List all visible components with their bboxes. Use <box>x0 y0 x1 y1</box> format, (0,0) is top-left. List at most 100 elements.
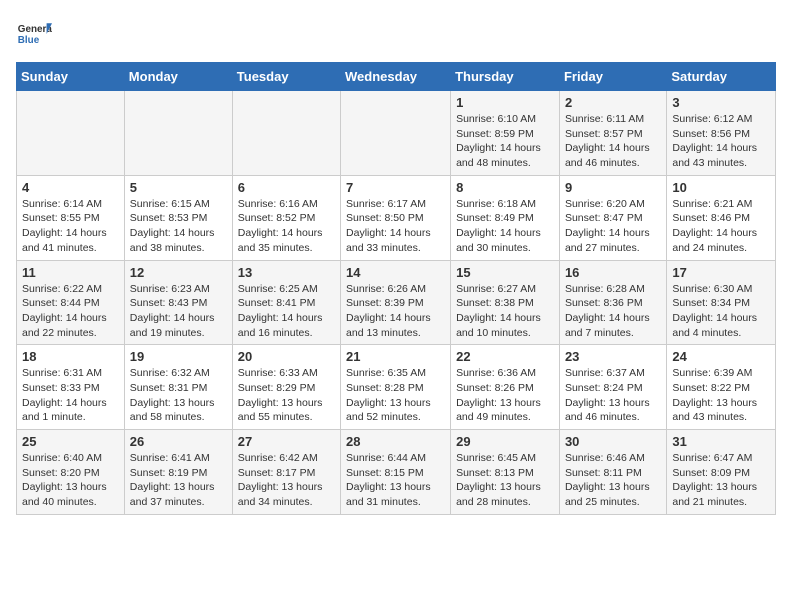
calendar-cell: 1 Sunrise: 6:10 AM Sunset: 8:59 PM Daylig… <box>451 91 560 176</box>
day-info: Sunrise: 6:33 AM Sunset: 8:29 PM Dayligh… <box>238 366 335 425</box>
calendar-cell: 26 Sunrise: 6:41 AM Sunset: 8:19 PM Dayli… <box>124 430 232 515</box>
day-info: Sunrise: 6:46 AM Sunset: 8:11 PM Dayligh… <box>565 451 661 510</box>
header-sunday: Sunday <box>17 63 125 91</box>
day-number: 3 <box>672 95 770 110</box>
day-info: Sunrise: 6:17 AM Sunset: 8:50 PM Dayligh… <box>346 197 445 256</box>
calendar-cell: 10 Sunrise: 6:21 AM Sunset: 8:46 PM Dayli… <box>667 175 776 260</box>
logo-icon: General Blue <box>16 16 52 52</box>
day-info: Sunrise: 6:11 AM Sunset: 8:57 PM Dayligh… <box>565 112 661 171</box>
calendar-cell: 27 Sunrise: 6:42 AM Sunset: 8:17 PM Dayli… <box>232 430 340 515</box>
calendar-cell <box>341 91 451 176</box>
header-monday: Monday <box>124 63 232 91</box>
day-info: Sunrise: 6:35 AM Sunset: 8:28 PM Dayligh… <box>346 366 445 425</box>
header-tuesday: Tuesday <box>232 63 340 91</box>
calendar-cell: 12 Sunrise: 6:23 AM Sunset: 8:43 PM Dayli… <box>124 260 232 345</box>
calendar-cell: 7 Sunrise: 6:17 AM Sunset: 8:50 PM Daylig… <box>341 175 451 260</box>
calendar-cell: 18Sunrise: 6:31 AM Sunset: 8:33 PM Dayli… <box>17 345 125 430</box>
day-number: 16 <box>565 265 661 280</box>
day-number: 22 <box>456 349 554 364</box>
day-info: Sunrise: 6:47 AM Sunset: 8:09 PM Dayligh… <box>672 451 770 510</box>
day-number: 24 <box>672 349 770 364</box>
header-wednesday: Wednesday <box>341 63 451 91</box>
day-number: 9 <box>565 180 661 195</box>
svg-text:Blue: Blue <box>18 35 40 46</box>
day-info: Sunrise: 6:16 AM Sunset: 8:52 PM Dayligh… <box>238 197 335 256</box>
day-info: Sunrise: 6:18 AM Sunset: 8:49 PM Dayligh… <box>456 197 554 256</box>
calendar-week-3: 11Sunrise: 6:22 AM Sunset: 8:44 PM Dayli… <box>17 260 776 345</box>
calendar-cell <box>17 91 125 176</box>
day-number: 2 <box>565 95 661 110</box>
calendar-cell: 5 Sunrise: 6:15 AM Sunset: 8:53 PM Daylig… <box>124 175 232 260</box>
calendar-cell: 3 Sunrise: 6:12 AM Sunset: 8:56 PM Daylig… <box>667 91 776 176</box>
day-number: 11 <box>22 265 119 280</box>
calendar-cell: 24 Sunrise: 6:39 AM Sunset: 8:22 PM Dayli… <box>667 345 776 430</box>
day-info: Sunrise: 6:14 AM Sunset: 8:55 PM Dayligh… <box>22 197 119 256</box>
calendar-cell: 4 Sunrise: 6:14 AM Sunset: 8:55 PM Daylig… <box>17 175 125 260</box>
day-info: Sunrise: 6:26 AM Sunset: 8:39 PM Dayligh… <box>346 282 445 341</box>
logo: General Blue <box>16 16 56 52</box>
day-number: 30 <box>565 434 661 449</box>
calendar-cell: 11Sunrise: 6:22 AM Sunset: 8:44 PM Dayli… <box>17 260 125 345</box>
calendar-week-5: 25Sunrise: 6:40 AM Sunset: 8:20 PM Dayli… <box>17 430 776 515</box>
day-number: 28 <box>346 434 445 449</box>
day-info: Sunrise: 6:23 AM Sunset: 8:43 PM Dayligh… <box>130 282 227 341</box>
day-info: Sunrise: 6:44 AM Sunset: 8:15 PM Dayligh… <box>346 451 445 510</box>
calendar-cell <box>124 91 232 176</box>
calendar-cell: 14 Sunrise: 6:26 AM Sunset: 8:39 PM Dayli… <box>341 260 451 345</box>
day-number: 13 <box>238 265 335 280</box>
calendar-cell: 15 Sunrise: 6:27 AM Sunset: 8:38 PM Dayli… <box>451 260 560 345</box>
day-number: 14 <box>346 265 445 280</box>
day-number: 6 <box>238 180 335 195</box>
day-number: 21 <box>346 349 445 364</box>
day-info: Sunrise: 6:27 AM Sunset: 8:38 PM Dayligh… <box>456 282 554 341</box>
calendar-cell: 16Sunrise: 6:28 AM Sunset: 8:36 PM Dayli… <box>559 260 666 345</box>
header-friday: Friday <box>559 63 666 91</box>
day-number: 26 <box>130 434 227 449</box>
header-saturday: Saturday <box>667 63 776 91</box>
calendar-cell: 29Sunrise: 6:45 AM Sunset: 8:13 PM Dayli… <box>451 430 560 515</box>
day-info: Sunrise: 6:21 AM Sunset: 8:46 PM Dayligh… <box>672 197 770 256</box>
day-number: 5 <box>130 180 227 195</box>
day-info: Sunrise: 6:39 AM Sunset: 8:22 PM Dayligh… <box>672 366 770 425</box>
calendar-header-row: SundayMondayTuesdayWednesdayThursdayFrid… <box>17 63 776 91</box>
day-number: 15 <box>456 265 554 280</box>
calendar-cell: 9 Sunrise: 6:20 AM Sunset: 8:47 PM Daylig… <box>559 175 666 260</box>
calendar-cell: 20 Sunrise: 6:33 AM Sunset: 8:29 PM Dayli… <box>232 345 340 430</box>
day-number: 29 <box>456 434 554 449</box>
calendar-cell: 21 Sunrise: 6:35 AM Sunset: 8:28 PM Dayli… <box>341 345 451 430</box>
calendar-week-2: 4 Sunrise: 6:14 AM Sunset: 8:55 PM Daylig… <box>17 175 776 260</box>
calendar-cell: 6 Sunrise: 6:16 AM Sunset: 8:52 PM Daylig… <box>232 175 340 260</box>
calendar-cell: 2 Sunrise: 6:11 AM Sunset: 8:57 PM Daylig… <box>559 91 666 176</box>
day-number: 12 <box>130 265 227 280</box>
day-number: 19 <box>130 349 227 364</box>
calendar-cell <box>232 91 340 176</box>
day-number: 25 <box>22 434 119 449</box>
day-number: 10 <box>672 180 770 195</box>
day-info: Sunrise: 6:15 AM Sunset: 8:53 PM Dayligh… <box>130 197 227 256</box>
day-info: Sunrise: 6:20 AM Sunset: 8:47 PM Dayligh… <box>565 197 661 256</box>
calendar-cell: 8 Sunrise: 6:18 AM Sunset: 8:49 PM Daylig… <box>451 175 560 260</box>
day-number: 17 <box>672 265 770 280</box>
day-info: Sunrise: 6:10 AM Sunset: 8:59 PM Dayligh… <box>456 112 554 171</box>
day-number: 4 <box>22 180 119 195</box>
day-info: Sunrise: 6:32 AM Sunset: 8:31 PM Dayligh… <box>130 366 227 425</box>
calendar-cell: 31Sunrise: 6:47 AM Sunset: 8:09 PM Dayli… <box>667 430 776 515</box>
day-info: Sunrise: 6:31 AM Sunset: 8:33 PM Dayligh… <box>22 366 119 425</box>
day-number: 27 <box>238 434 335 449</box>
day-number: 1 <box>456 95 554 110</box>
day-info: Sunrise: 6:12 AM Sunset: 8:56 PM Dayligh… <box>672 112 770 171</box>
calendar-cell: 23Sunrise: 6:37 AM Sunset: 8:24 PM Dayli… <box>559 345 666 430</box>
day-info: Sunrise: 6:25 AM Sunset: 8:41 PM Dayligh… <box>238 282 335 341</box>
header-thursday: Thursday <box>451 63 560 91</box>
calendar-cell: 19 Sunrise: 6:32 AM Sunset: 8:31 PM Dayli… <box>124 345 232 430</box>
day-info: Sunrise: 6:42 AM Sunset: 8:17 PM Dayligh… <box>238 451 335 510</box>
day-info: Sunrise: 6:30 AM Sunset: 8:34 PM Dayligh… <box>672 282 770 341</box>
calendar-cell: 17 Sunrise: 6:30 AM Sunset: 8:34 PM Dayli… <box>667 260 776 345</box>
day-number: 8 <box>456 180 554 195</box>
day-number: 7 <box>346 180 445 195</box>
day-info: Sunrise: 6:36 AM Sunset: 8:26 PM Dayligh… <box>456 366 554 425</box>
day-info: Sunrise: 6:41 AM Sunset: 8:19 PM Dayligh… <box>130 451 227 510</box>
calendar-week-4: 18Sunrise: 6:31 AM Sunset: 8:33 PM Dayli… <box>17 345 776 430</box>
day-info: Sunrise: 6:37 AM Sunset: 8:24 PM Dayligh… <box>565 366 661 425</box>
day-number: 20 <box>238 349 335 364</box>
